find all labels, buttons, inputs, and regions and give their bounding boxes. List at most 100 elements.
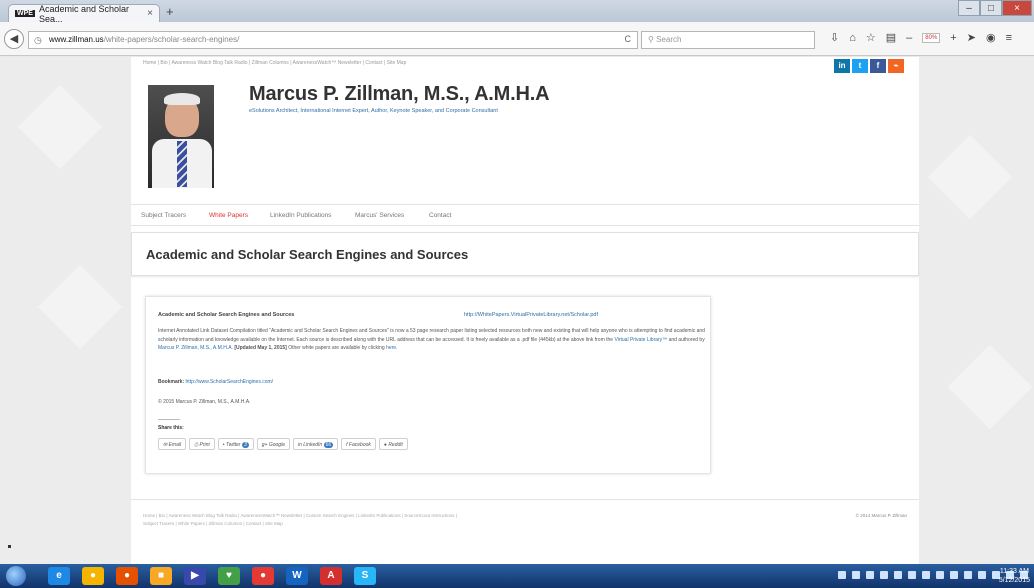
browser-nav-bar: ◀ ◷ www.zillman.us/white-papers/scholar-… [0,22,1034,56]
share-print-button[interactable]: ⎙ Print [189,438,215,450]
taskbar-skype-icon[interactable]: S [354,567,376,585]
close-window-icon[interactable]: × [1002,0,1032,16]
reddit-icon: ● [383,442,387,448]
clock-date: 5/12/2015 [998,577,1030,584]
start-button[interactable] [6,566,26,586]
twitter-icon[interactable]: t [852,59,868,73]
clock-time: 11:33 AM [999,568,1029,575]
taskbar-apps: e ● ● ■ ▶ ♥ ● W A S [48,567,376,585]
share-google-button[interactable]: g+ Google [256,438,290,450]
nav-services[interactable]: Marcus' Services [355,212,404,219]
tray-icon[interactable] [880,571,888,579]
taskbar-acrobat-icon[interactable]: A [320,567,342,585]
author-link[interactable]: Marcus P. Zillman, M.S., A.M.H.A. [158,345,233,351]
footer-copyright: © 2014 Marcus P. Zillman [855,513,907,518]
mouse-cursor [8,545,11,548]
share-count: 3 [241,442,249,448]
google-plus-icon: g+ [261,442,268,448]
back-button[interactable]: ◀ [4,29,24,49]
browser-toolbar: ⇩ ⌂ ☆ ▤ – 80% + ➤ ◉ ≡ [830,31,1012,45]
share-linkedin-button[interactable]: in LinkedIn 66 [292,438,339,450]
nav-subject-tracers[interactable]: Subject Tracers [141,212,186,219]
tray-icon[interactable] [908,571,916,579]
clipboard-icon[interactable]: ▤ [886,31,896,44]
taskbar-app-icon[interactable]: ● [252,567,274,585]
share-reddit-button[interactable]: ● Reddit [378,438,408,450]
zoom-level[interactable]: 80% [922,32,941,43]
menu-icon[interactable]: ≡ [1006,32,1012,44]
linkedin-icon: in [297,442,302,448]
background-pattern [947,344,1033,430]
nav-linkedin-publications[interactable]: LinkedIn Publications [270,212,331,219]
taskbar-chrome-icon[interactable]: ● [82,567,104,585]
top-nav-links[interactable]: Home | Bio | Awareness Watch Blog Talk R… [143,60,406,66]
taskbar-media-icon[interactable]: ▶ [184,567,206,585]
nav-white-papers[interactable]: White Papers [209,212,248,219]
bookmark-star-icon[interactable]: ☆ [866,31,876,44]
site-title[interactable]: Marcus P. Zillman, M.S., A.M.H.A [249,83,550,106]
window-controls: – □ × [958,0,1032,16]
author-photo [148,85,214,188]
share-label: Share this: [158,419,184,431]
tab-close-icon[interactable]: × [147,8,153,19]
url-host: www.zillman.us [49,35,104,44]
new-tab-button[interactable]: + [166,4,174,19]
tray-icon[interactable] [978,571,986,579]
taskbar-firefox-icon[interactable]: ● [116,567,138,585]
virtual-private-library-link[interactable]: Virtual Private Library™ [614,337,667,343]
search-placeholder: Search [656,35,682,44]
tray-icon[interactable] [894,571,902,579]
tray-icon[interactable] [950,571,958,579]
system-clock[interactable]: 11:33 AM 5/12/2015 [999,567,1030,585]
background-pattern [927,134,1013,220]
share-email-button[interactable]: ✉ Email [158,438,187,450]
nav-contact[interactable]: Contact [429,212,451,219]
article-pdf-link[interactable]: http://WhitePapers.VirtualPrivateLibrary… [464,312,598,318]
minimize-icon[interactable]: – [958,0,980,16]
browser-tab-bar: WPE Academic and Scholar Sea... × + – □ … [0,0,1034,24]
site-footer: Home | Bio | Awareness Watch Blog Talk R… [131,499,919,541]
share-facebook-button[interactable]: f Facebook [341,438,376,450]
tray-icon[interactable] [936,571,944,579]
page-viewport: Home | Bio | Awareness Watch Blog Talk R… [0,57,1034,564]
maximize-icon[interactable]: □ [980,0,1002,16]
tray-icon[interactable] [838,571,846,579]
send-icon[interactable]: ➤ [967,31,976,44]
tray-icon[interactable] [964,571,972,579]
taskbar-folder-icon[interactable]: ■ [150,567,172,585]
home-icon[interactable]: ⌂ [849,32,856,44]
browser-tab[interactable]: WPE Academic and Scholar Sea... × [8,4,160,24]
tray-icon[interactable] [852,571,860,579]
facebook-icon[interactable]: f [870,59,886,73]
zoom-out-icon[interactable]: – [906,32,912,44]
tray-icon[interactable] [922,571,930,579]
article-title: Academic and Scholar Search Engines and … [158,312,295,318]
taskbar-ie-icon[interactable]: e [48,567,70,585]
linkedin-icon[interactable]: in [834,59,850,73]
tray-icon[interactable] [866,571,874,579]
globe-icon: ◷ [34,35,42,45]
background-pattern [17,84,103,170]
reload-icon[interactable]: C [625,34,632,44]
share-twitter-button[interactable]: • Twitter 3 [217,438,254,450]
share-count: 66 [323,442,334,448]
bookmark-link[interactable]: http://www.ScholarSearchEngines.com/ [186,379,274,385]
social-links: in t f ⌁ [834,59,904,73]
download-icon[interactable]: ⇩ [830,31,839,44]
url-bar[interactable]: ◷ www.zillman.us/white-papers/scholar-se… [28,31,638,49]
pocket-icon[interactable]: ◉ [986,31,996,44]
updated-note: [Updated May 1, 2015] [232,345,287,351]
taskbar-word-icon[interactable]: W [286,567,308,585]
other-papers-link[interactable]: here [386,345,396,351]
share-buttons: ✉ Email ⎙ Print • Twitter 3 g+ Google in… [158,438,408,450]
footer-links[interactable]: Home | Bio | Awareness Watch Blog Talk R… [143,513,457,518]
taskbar-app-icon[interactable]: ♥ [218,567,240,585]
page-content: Home | Bio | Awareness Watch Blog Talk R… [131,57,919,564]
article-copyright: © 2015 Marcus P. Zillman, M.S., A.M.H.A. [158,399,251,405]
rss-icon[interactable]: ⌁ [888,59,904,73]
page-title: Academic and Scholar Search Engines and … [146,247,469,262]
bookmark-line: Bookmark: http://www.ScholarSearchEngine… [158,379,274,385]
search-input[interactable]: ⚲ Search [641,31,815,49]
zoom-in-icon[interactable]: + [950,32,956,44]
footer-links-secondary[interactable]: Subject Tracers | White Papers | Zillman… [143,521,283,526]
